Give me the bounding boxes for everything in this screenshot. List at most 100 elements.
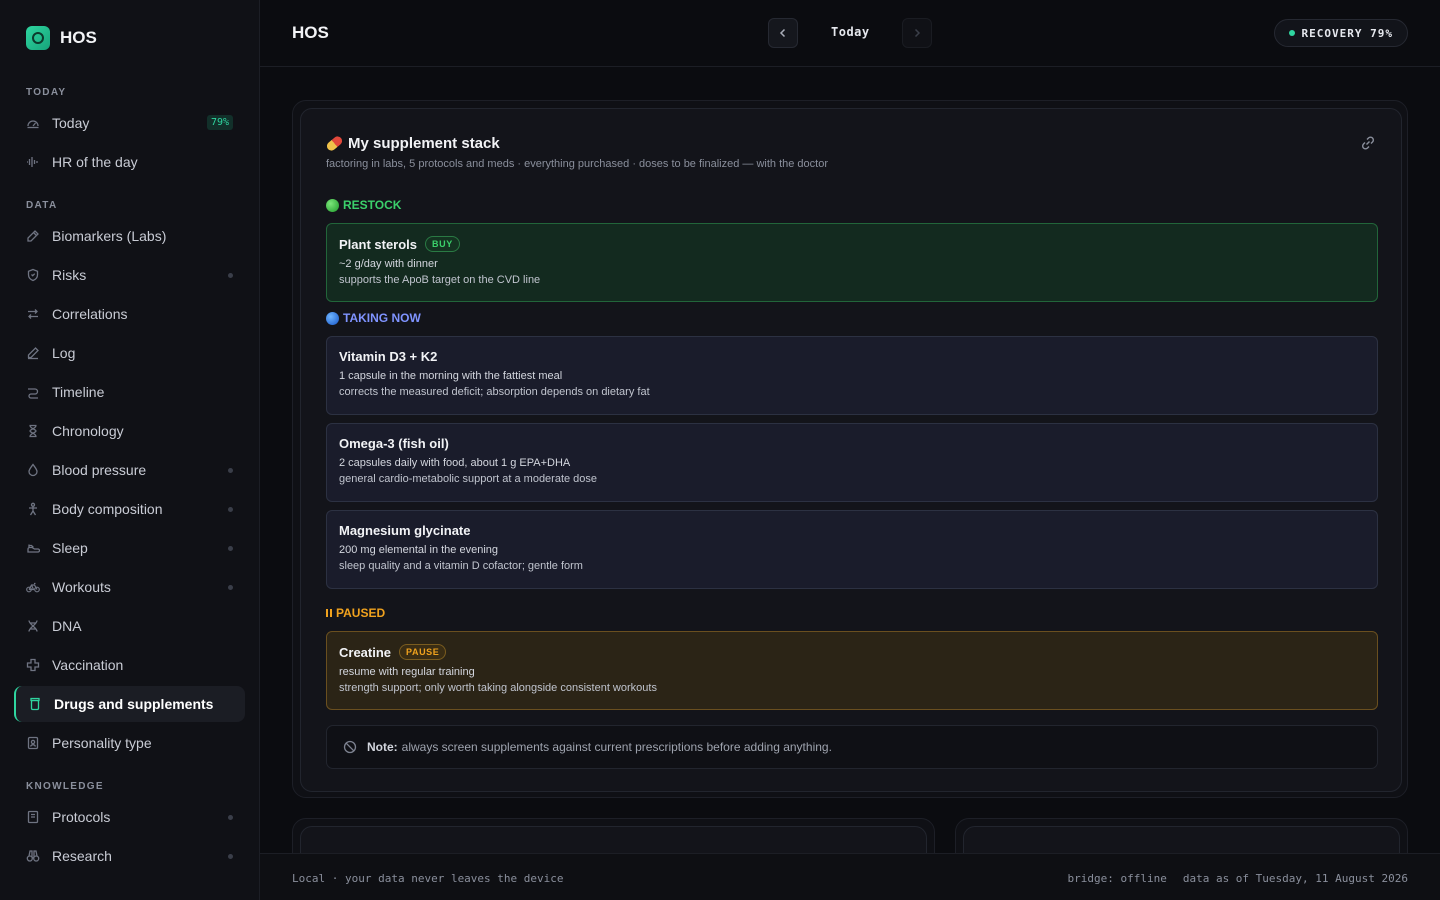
brand[interactable]: HOS — [26, 26, 97, 50]
pipette-icon — [26, 229, 40, 243]
sidebar-item-label: Blood pressure — [52, 462, 147, 478]
prev-day-button[interactable] — [768, 18, 798, 48]
supplement-dose: 2 capsules daily with food, about 1 g EP… — [339, 457, 571, 469]
sidebar-item-workouts[interactable]: Workouts — [14, 569, 245, 605]
sidebar-item-timeline[interactable]: Timeline — [14, 374, 245, 410]
supplement-name: Omega-3 (fish oil) — [339, 436, 449, 451]
next-card-right — [955, 818, 1408, 853]
sidebar-item-log[interactable]: Log — [14, 335, 245, 371]
supplement-note: corrects the measured deficit; absorptio… — [339, 386, 650, 398]
bridge-status: bridge: offline — [1067, 872, 1167, 885]
date-label: Today — [831, 25, 870, 39]
supplement-name-text: Plant sterols — [339, 236, 418, 252]
sidebar-item-hr-of-the-day[interactable]: HR of the day — [14, 144, 245, 180]
supplement-item-creatine[interactable]: Creatine PAUSE resume with regular train… — [326, 631, 1378, 710]
sidebar-item-label: Personality type — [52, 735, 152, 751]
data-date: data as of Tuesday, 11 August 2026 — [1182, 872, 1408, 885]
section-label-knowledge: KNOWLEDGE — [26, 781, 104, 792]
timeline-icon — [26, 385, 40, 399]
supplement-stack-card: My supplement stack factoring in labs, 5… — [300, 108, 1402, 792]
supplement-item-vitamin-d3-k2[interactable]: Vitamin D3 + K2 1 capsule in the morning… — [326, 336, 1378, 415]
pencil-icon — [26, 346, 40, 360]
sidebar-item-sleep[interactable]: Sleep — [14, 530, 245, 566]
sidebar-item-label: DNA — [52, 618, 82, 634]
status-dot — [228, 815, 233, 820]
supplement-dose: ~2 g/day with dinner — [339, 258, 438, 270]
next-day-button[interactable] — [902, 18, 932, 48]
chevron-left-icon — [779, 28, 786, 38]
sidebar: HOS TODAY Today 79% HR of the day DATA B… — [0, 0, 260, 900]
sidebar-item-label: Correlations — [52, 306, 128, 322]
sidebar-item-dna[interactable]: DNA — [14, 608, 245, 644]
sidebar-item-label: Drugs and supplements — [54, 696, 214, 712]
link-icon[interactable] — [1359, 134, 1377, 152]
prohibited-icon — [343, 740, 357, 754]
section-label-today: TODAY — [26, 87, 67, 98]
pause-tag: PAUSE — [399, 644, 447, 660]
droplet-icon — [26, 463, 40, 477]
supplement-note: sleep quality and a vitamin D cofactor; … — [339, 560, 583, 572]
supplement-item-omega-3[interactable]: Omega-3 (fish oil) 2 capsules daily with… — [326, 423, 1378, 502]
sidebar-item-correlations[interactable]: Correlations — [14, 296, 245, 332]
supplement-dose: 1 capsule in the morning with the fattie… — [339, 370, 563, 382]
sidebar-item-today[interactable]: Today 79% — [14, 105, 245, 141]
supplement-item-magnesium-glycinate[interactable]: Magnesium glycinate 200 mg elemental in … — [326, 510, 1378, 589]
chevron-right-icon — [914, 28, 921, 38]
sidebar-item-label: Sleep — [52, 540, 88, 556]
next-card-left — [292, 818, 935, 853]
sidebar-item-biomarkers[interactable]: Biomarkers (Labs) — [14, 218, 245, 254]
status-dot — [228, 854, 233, 859]
pill-bottle-icon — [28, 697, 42, 711]
supplement-note: strength support; only worth taking alon… — [339, 682, 657, 694]
supplement-dose: resume with regular training — [339, 666, 475, 678]
supplement-name: Magnesium glycinate — [339, 523, 471, 538]
sidebar-item-label: Workouts — [52, 579, 111, 595]
supplement-name: Plant sterols BUY — [339, 236, 1365, 252]
sidebar-item-research[interactable]: Research — [14, 838, 245, 874]
sidebar-item-body-composition[interactable]: Body composition — [14, 491, 245, 527]
hourglass-icon — [26, 424, 40, 438]
group-label-paused: PAUSED — [326, 606, 385, 620]
supplement-note: general cardio-metabolic support at a mo… — [339, 473, 598, 485]
status-dot — [228, 273, 233, 278]
sidebar-item-chronology[interactable]: Chronology — [14, 413, 245, 449]
sidebar-item-label: Log — [52, 345, 76, 361]
privacy-note: Local · your data never leaves the devic… — [292, 872, 564, 885]
sidebar-item-label: Today — [52, 115, 90, 131]
sidebar-item-protocols[interactable]: Protocols — [14, 799, 245, 835]
book-icon — [26, 810, 40, 824]
sidebar-item-blood-pressure[interactable]: Blood pressure — [14, 452, 245, 488]
pause-icon — [326, 609, 332, 617]
status-dot — [228, 507, 233, 512]
supplement-item-plant-sterols[interactable]: Plant sterols BUY ~2 g/day with dinner s… — [326, 223, 1378, 302]
arrows-swap-icon — [26, 307, 40, 321]
supplement-stack-panel: My supplement stack factoring in labs, 5… — [292, 100, 1408, 798]
footer-status: bridge: offline data as of Tuesday, 11 A… — [1067, 872, 1408, 885]
buy-tag: BUY — [425, 236, 460, 252]
green-circle-icon — [326, 198, 339, 212]
supplement-dose: 200 mg elemental in the evening — [339, 544, 498, 556]
sidebar-item-vaccination[interactable]: Vaccination — [14, 647, 245, 683]
page-title: HOS — [292, 23, 329, 42]
supplement-name: Vitamin D3 + K2 — [339, 349, 438, 364]
dna-icon — [26, 619, 40, 633]
status-footer: Local · your data never leaves the devic… — [260, 853, 1440, 900]
status-dot — [228, 546, 233, 551]
card-subtitle: factoring in labs, 5 protocols and meds … — [326, 158, 828, 170]
supplement-name: Creatine PAUSE — [339, 644, 1365, 660]
group-label-text: RESTOCK — [343, 198, 402, 212]
pill-icon — [325, 134, 344, 153]
sidebar-item-label: Vaccination — [52, 657, 124, 673]
status-dot — [228, 468, 233, 473]
recovery-badge: 79% — [206, 115, 233, 130]
sidebar-item-personality-type[interactable]: Personality type — [14, 725, 245, 761]
section-label-data: DATA — [26, 200, 58, 211]
status-dot — [1288, 30, 1295, 36]
bed-cloud-icon — [26, 541, 40, 555]
app-name: HOS — [60, 28, 97, 47]
recovery-pill[interactable]: RECOVERY 79% — [1273, 19, 1408, 47]
group-label-taking-now: TAKING NOW — [326, 311, 421, 325]
sidebar-item-drugs-and-supplements[interactable]: Drugs and supplements — [14, 686, 245, 722]
sidebar-item-risks[interactable]: Risks — [14, 257, 245, 293]
top-header: HOS Today RECOVERY 79% — [260, 0, 1440, 67]
